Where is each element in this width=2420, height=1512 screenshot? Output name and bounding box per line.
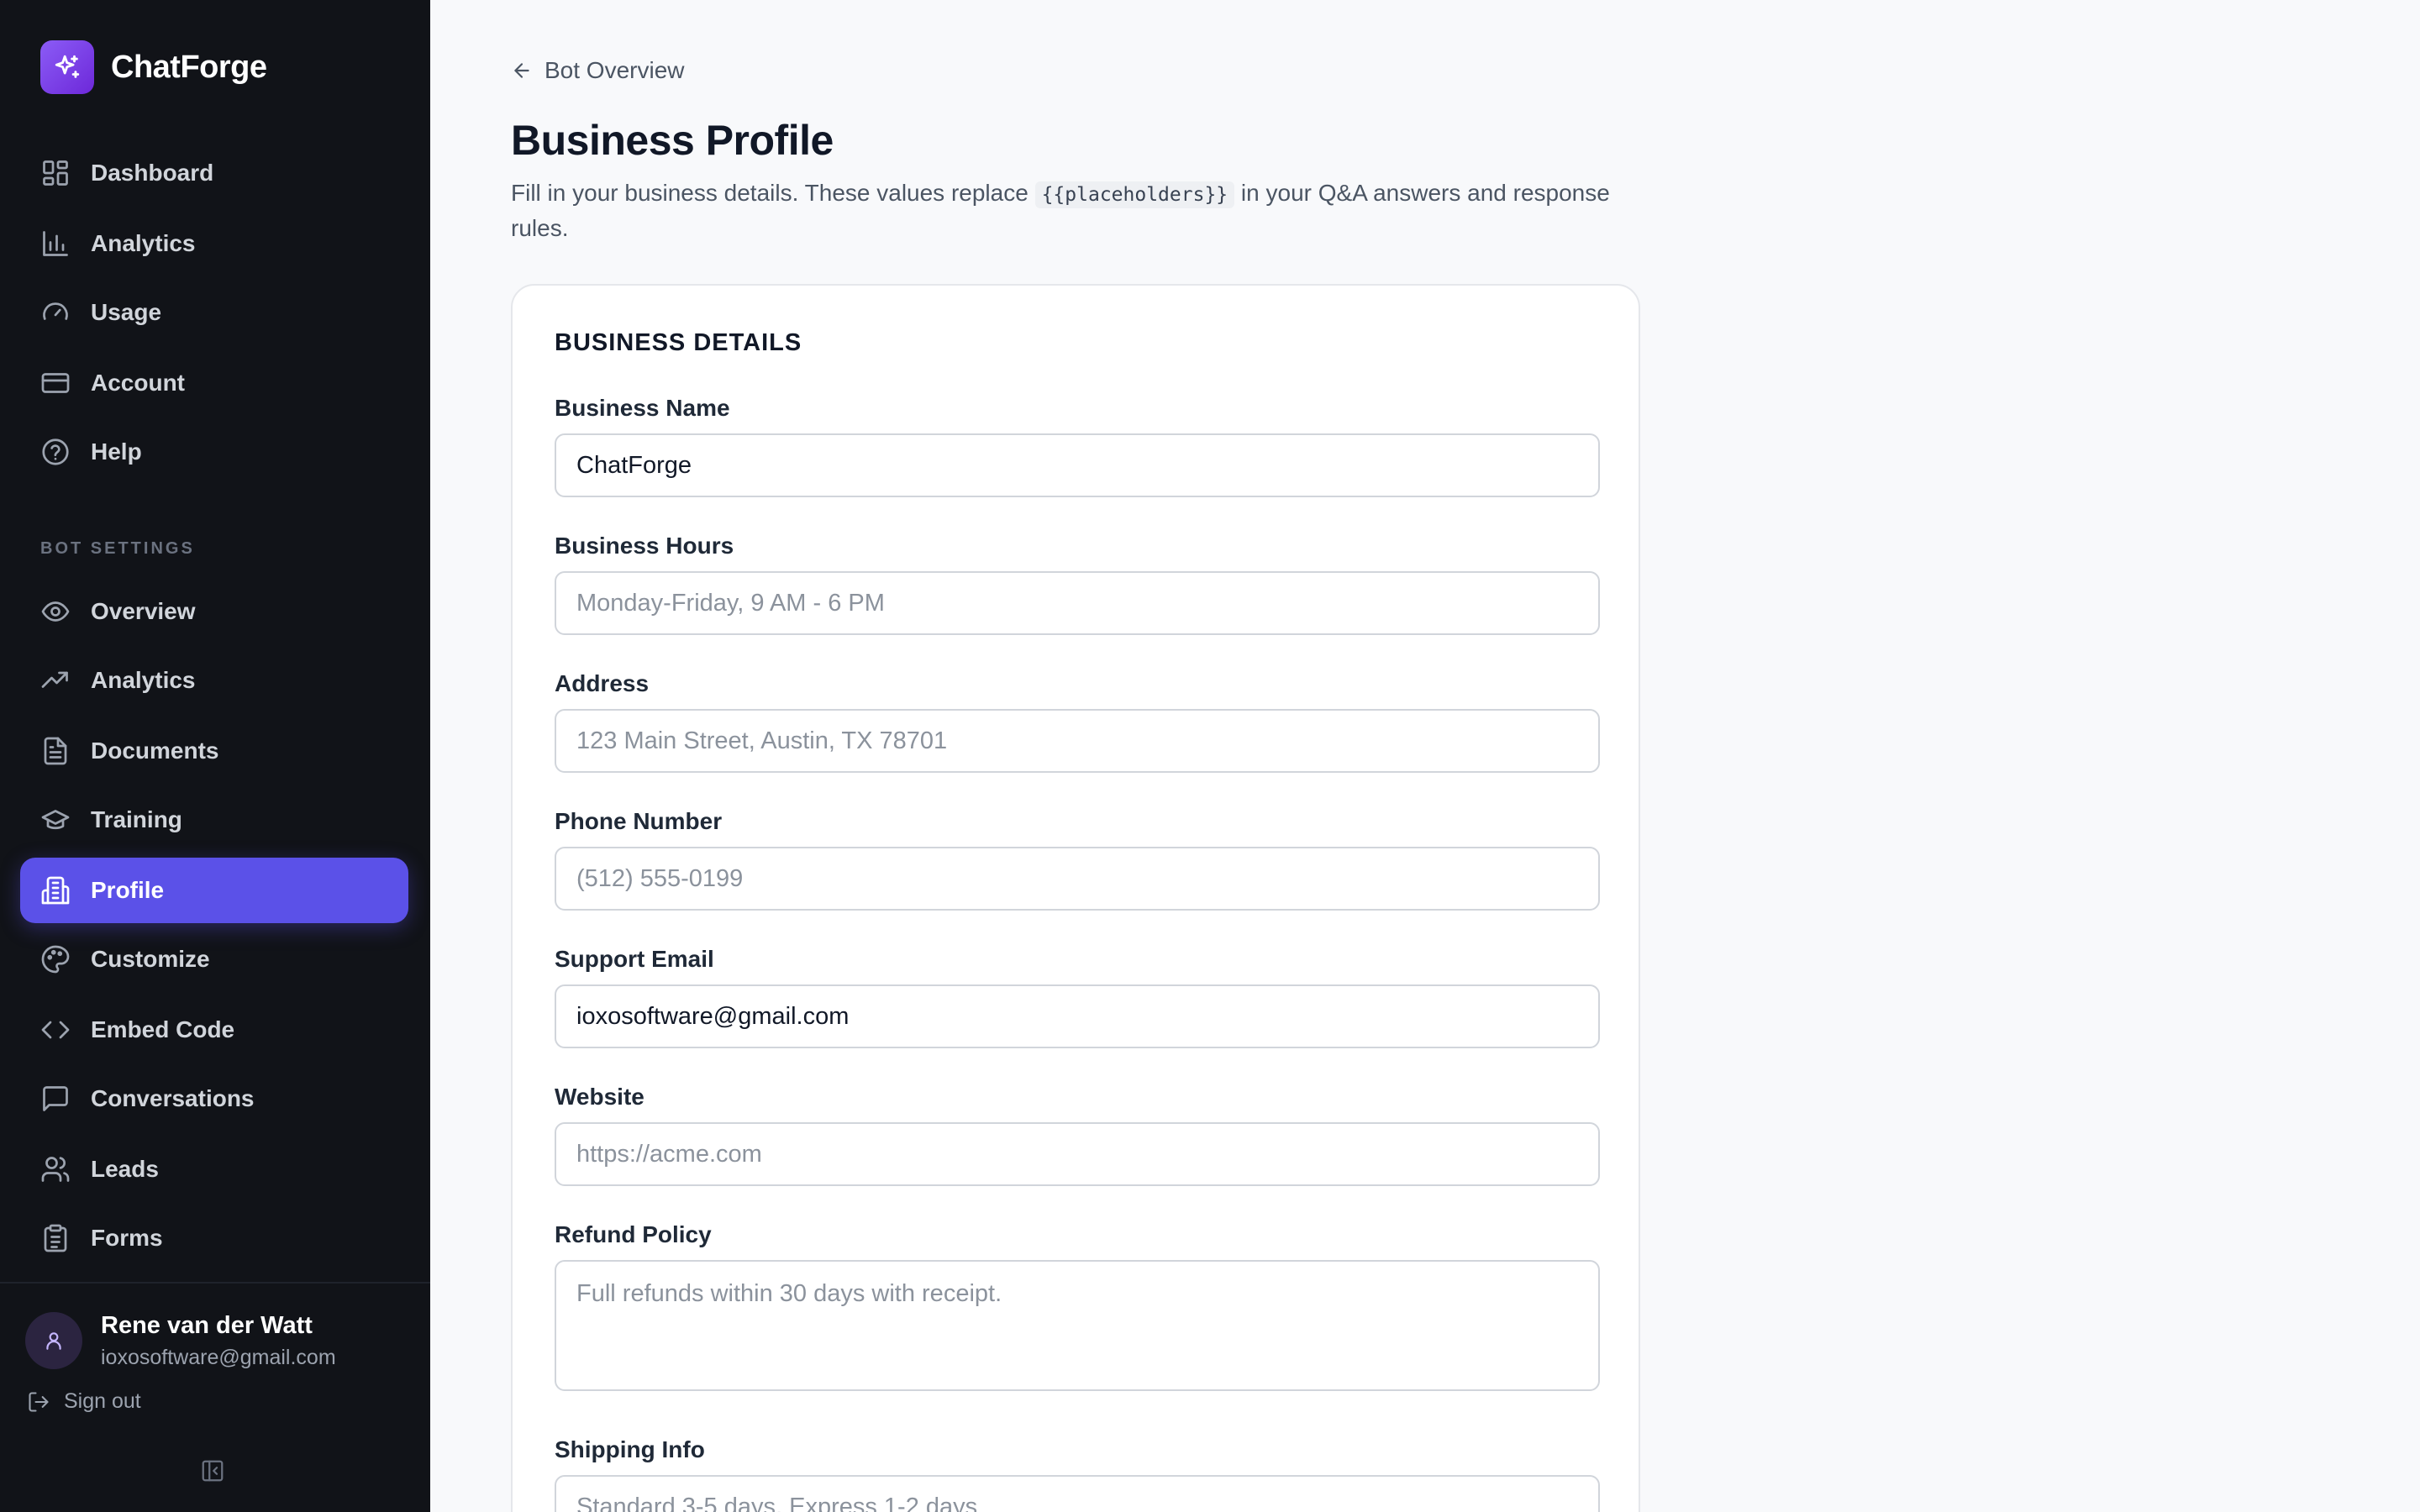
clipboard-icon xyxy=(44,1224,67,1252)
brand[interactable]: ChatForge xyxy=(40,40,267,94)
refund-policy-label: Refund Policy xyxy=(555,1221,712,1247)
sidebar-item-label: Profile xyxy=(91,877,165,903)
sidebar-item-label: Dashboard xyxy=(91,160,214,186)
support-email-label: Support Email xyxy=(555,946,714,972)
sidebar-item-label: Documents xyxy=(91,738,219,764)
palette-icon xyxy=(41,945,70,974)
sidebar-item-training[interactable]: Training xyxy=(20,787,408,853)
sidebar-item-label: Forms xyxy=(91,1225,163,1251)
support-email-input[interactable] xyxy=(555,984,1600,1048)
sidebar-item-conversations[interactable]: Conversations xyxy=(20,1066,408,1131)
sidebar-item-forms[interactable]: Forms xyxy=(20,1205,408,1271)
sidebar-item-profile[interactable]: Profile xyxy=(20,858,408,923)
page-description-text: Fill in your business details. These val… xyxy=(511,180,1035,206)
sidebar-item-label: Overview xyxy=(91,598,196,624)
gauge-icon xyxy=(43,302,68,320)
phone-number-input[interactable] xyxy=(555,847,1600,911)
business-name-label: Business Name xyxy=(555,395,730,421)
page-description: Fill in your business details. These val… xyxy=(511,176,1637,245)
sidebar-item-analytics[interactable]: Analytics xyxy=(20,211,408,276)
users-icon xyxy=(41,1157,70,1182)
log-out-icon xyxy=(29,1391,49,1412)
back-to-bot-overview-link[interactable]: Bot Overview xyxy=(511,57,685,84)
sign-out-label: Sign out xyxy=(64,1389,141,1413)
phone-number-label: Phone Number xyxy=(555,808,723,834)
trending-up-icon xyxy=(41,671,68,688)
back-link-label: Bot Overview xyxy=(544,57,685,83)
building-icon xyxy=(41,876,70,905)
file-text-icon xyxy=(44,737,67,765)
sidebar-item-leads[interactable]: Leads xyxy=(20,1137,408,1202)
user-icon xyxy=(46,1332,61,1350)
panel-left-close-icon xyxy=(202,1460,224,1482)
sidebar-item-label: Usage xyxy=(91,299,162,325)
sidebar-item-label: Conversations xyxy=(91,1085,255,1111)
sidebar-item-bot-analytics[interactable]: Analytics xyxy=(20,648,408,713)
sidebar-item-label: Leads xyxy=(91,1156,159,1182)
website-input[interactable] xyxy=(555,1122,1600,1186)
grid-icon xyxy=(43,160,68,186)
eye-icon xyxy=(41,601,70,622)
user-name: Rene van der Watt xyxy=(101,1312,313,1339)
sidebar-item-label: Customize xyxy=(91,946,210,972)
business-name-input[interactable] xyxy=(555,433,1600,497)
sidebar-item-label: Analytics xyxy=(91,230,196,256)
collapse-sidebar-button[interactable] xyxy=(200,1458,230,1488)
sign-out-button[interactable]: Sign out xyxy=(27,1389,141,1414)
business-hours-label: Business Hours xyxy=(555,533,734,559)
sidebar-item-help[interactable]: Help xyxy=(20,419,408,485)
message-square-icon xyxy=(43,1086,68,1111)
bar-chart-icon xyxy=(43,231,68,256)
business-details-card: BUSINESS DETAILS Business Name Business … xyxy=(511,284,1640,1512)
user-email: ioxosoftware@gmail.com xyxy=(101,1346,336,1369)
brand-name: ChatForge xyxy=(111,49,267,85)
address-label: Address xyxy=(555,670,650,696)
avatar[interactable] xyxy=(25,1312,82,1369)
graduation-cap-icon xyxy=(41,810,70,830)
sidebar-item-label: Analytics xyxy=(91,667,196,693)
sidebar-item-embed-code[interactable]: Embed Code xyxy=(20,997,408,1063)
website-label: Website xyxy=(555,1084,644,1110)
placeholders-code: {{placeholders}} xyxy=(1034,181,1235,208)
card-title: BUSINESS DETAILS xyxy=(555,329,802,356)
sidebar-item-usage[interactable]: Usage xyxy=(20,280,408,345)
arrow-left-icon xyxy=(514,63,529,78)
sidebar-item-overview[interactable]: Overview xyxy=(20,579,408,644)
sidebar-item-label: Training xyxy=(91,806,182,832)
sidebar-item-customize[interactable]: Customize xyxy=(20,927,408,992)
sidebar-item-dashboard[interactable]: Dashboard xyxy=(20,140,408,206)
sparkles-icon xyxy=(40,40,94,94)
page-title: Business Profile xyxy=(511,117,834,164)
sidebar: ChatForge Dashboard Analytics Usage Acco… xyxy=(0,0,430,1512)
section-label-bot-settings: BOT SETTINGS xyxy=(40,539,195,558)
help-circle-icon xyxy=(42,438,69,465)
sidebar-divider xyxy=(0,1282,430,1284)
sidebar-item-label: Help xyxy=(91,438,142,465)
business-hours-input[interactable] xyxy=(555,571,1600,635)
shipping-info-label: Shipping Info xyxy=(555,1436,705,1462)
sidebar-item-label: Account xyxy=(91,370,185,396)
address-input[interactable] xyxy=(555,709,1600,773)
code-icon xyxy=(41,1021,70,1039)
sidebar-item-label: Embed Code xyxy=(91,1016,235,1042)
refund-policy-textarea[interactable] xyxy=(555,1260,1600,1391)
credit-card-icon xyxy=(41,373,70,393)
shipping-info-input[interactable] xyxy=(555,1475,1600,1512)
sidebar-item-documents[interactable]: Documents xyxy=(20,718,408,784)
sidebar-item-account[interactable]: Account xyxy=(20,350,408,416)
